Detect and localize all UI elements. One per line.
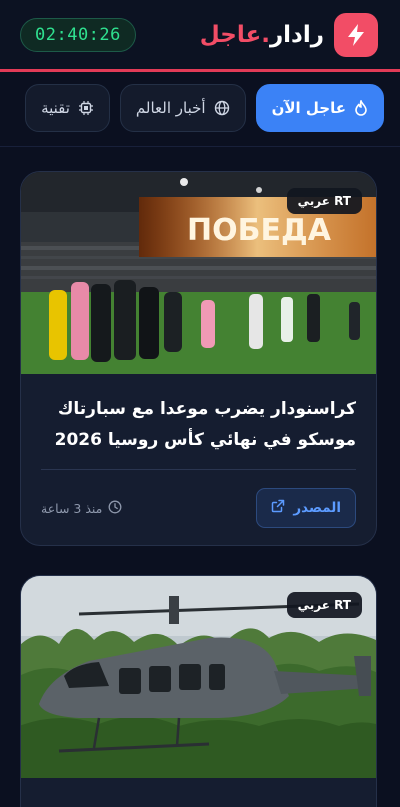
tab-breaking-now[interactable]: عاجل الآن (255, 84, 384, 132)
external-link-icon (271, 499, 285, 517)
tab-world-news[interactable]: أخبار العالم (119, 84, 246, 132)
tabs-divider (0, 146, 400, 147)
clock-icon (108, 500, 122, 517)
chip-icon (78, 100, 94, 116)
source-link-button[interactable]: المصدر (256, 488, 356, 528)
brand-name: رادار.عاجل (199, 22, 324, 48)
time-text: منذ 3 ساعة (41, 500, 103, 516)
brand[interactable]: رادار.عاجل (200, 13, 378, 57)
source-badge: RT عربي (286, 188, 362, 214)
globe-icon (214, 100, 230, 116)
source-badge: RT عربي (286, 592, 362, 618)
news-headline[interactable]: كراسنودار يضرب موعدا مع سبارتاك موسكو في… (41, 394, 356, 456)
news-image-football-celebration[interactable]: ПОБЕДА RT عربي (21, 172, 376, 374)
app-header: رادار.عاجل 02:40:26 (0, 0, 400, 70)
clock-display: 02:40:26 (20, 18, 136, 52)
news-card[interactable]: RT عربي (20, 575, 377, 807)
news-image-helicopter[interactable]: RT عربي (21, 576, 376, 778)
banner-text: ПОБЕДА (187, 213, 332, 248)
tab-label: أخبار العالم (135, 99, 206, 117)
source-button-label: المصدر (293, 500, 341, 516)
tab-label: عاجل الآن (271, 99, 346, 117)
tab-tech[interactable]: تقنية (25, 84, 110, 132)
card-footer: المصدر منذ 3 ساعة (41, 470, 356, 545)
category-tabs: عاجل الآن أخبار العالم تقنية (25, 84, 384, 132)
lightning-bolt-icon (334, 13, 378, 57)
tab-label: تقنية (41, 99, 70, 117)
flame-icon (354, 100, 368, 116)
header-accent-line (0, 69, 400, 72)
news-card[interactable]: ПОБЕДА RT عربي كراسنودار يضرب موعدا مع س… (20, 171, 377, 546)
published-time: منذ 3 ساعة (41, 500, 122, 517)
